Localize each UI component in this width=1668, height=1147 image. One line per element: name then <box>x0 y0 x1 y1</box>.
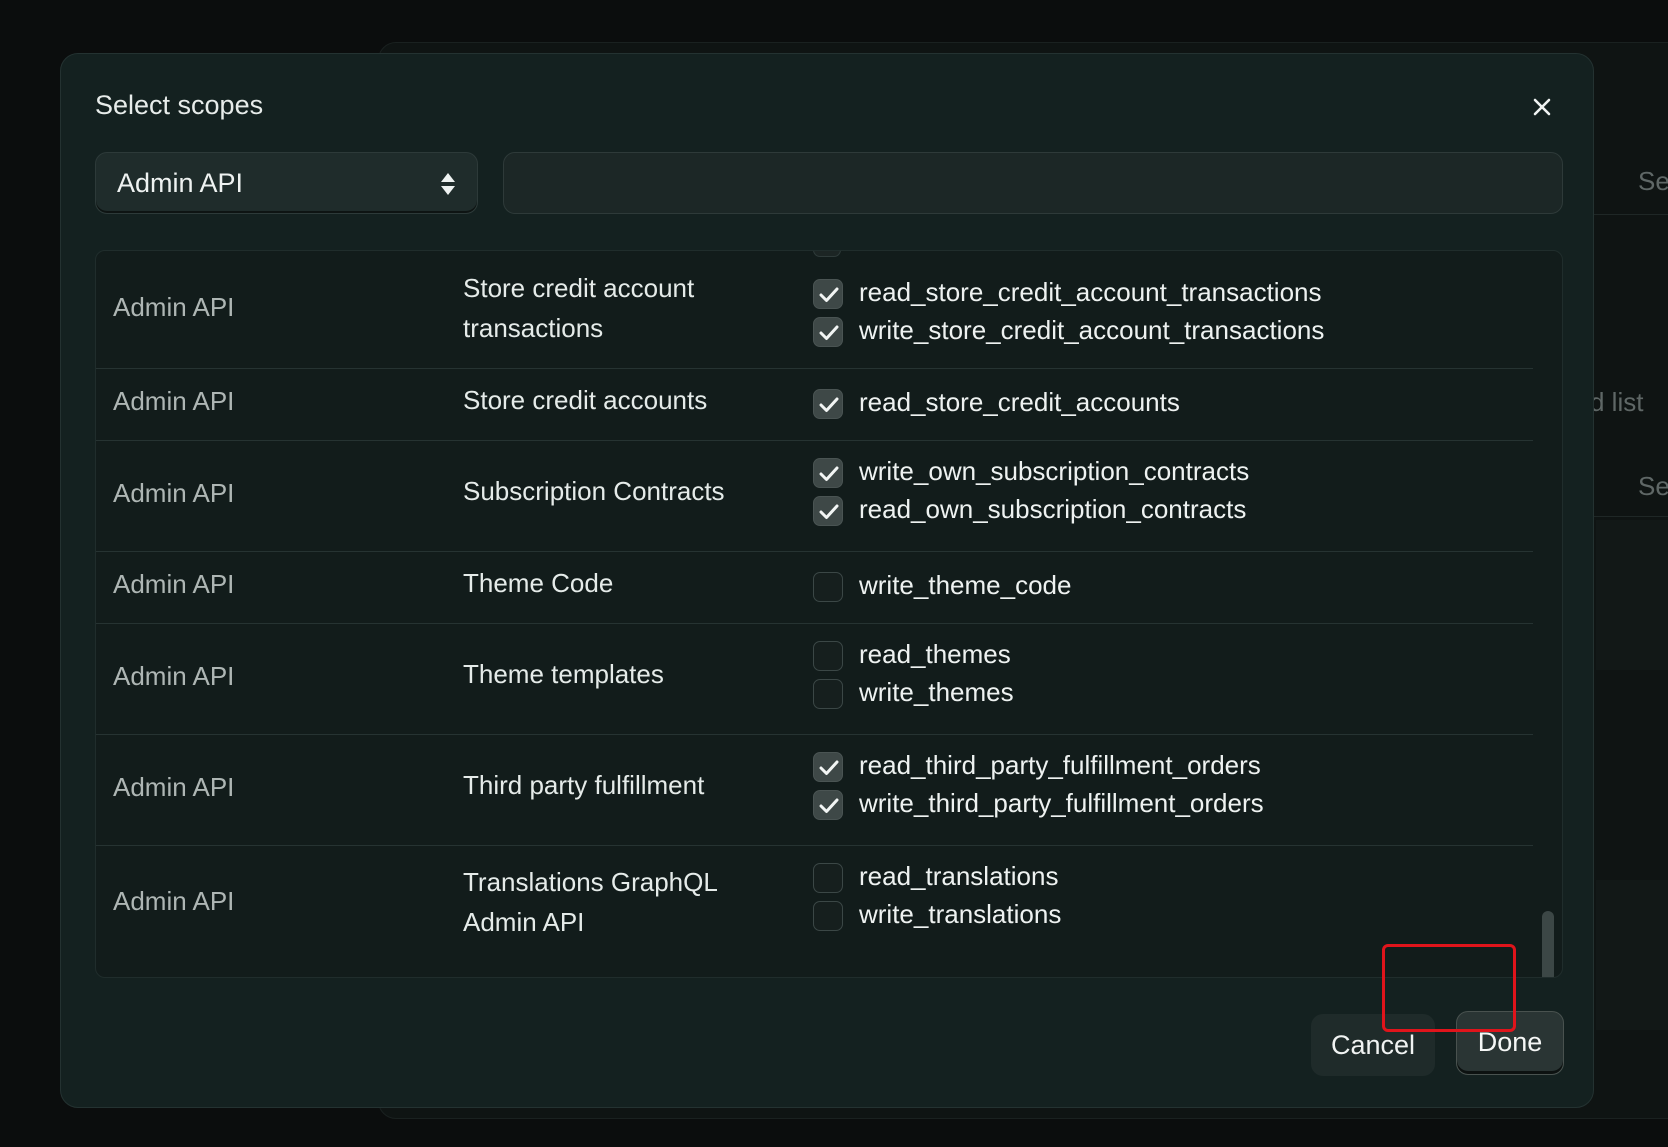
background-block <box>1596 880 1668 1030</box>
row-api-label: Admin API <box>113 569 235 599</box>
row-api-label: Admin API <box>113 886 235 916</box>
row-api-label: Admin API <box>113 386 235 416</box>
close-icon <box>1533 98 1551 116</box>
modal-title: Select scopes <box>95 90 264 120</box>
checkmark-icon <box>819 504 839 519</box>
scope-label: read_store_credit_account_transactions <box>859 277 1322 307</box>
scope-label: write_own_subscription_contracts <box>859 456 1250 486</box>
scope-label: write_theme_code <box>859 570 1072 600</box>
row-resource-label: Store credit account transactions <box>463 273 695 343</box>
done-button[interactable]: Done <box>1456 1011 1564 1075</box>
sort-icon <box>441 173 455 195</box>
scope-label: write_third_party_fulfillment_orders <box>859 788 1264 818</box>
checkmark-icon <box>819 397 839 412</box>
table-row: Admin API Store credit account transactio… <box>96 251 1533 369</box>
scope-checkbox[interactable] <box>813 679 843 709</box>
scope-label: write_themes <box>859 677 1014 707</box>
row-resource-label: Third party fulfillment <box>463 770 705 800</box>
scope-checkbox[interactable] <box>813 496 843 526</box>
background-text: d list <box>1590 387 1644 417</box>
select-scopes-modal: Select scopes Admin API Admin API Store c… <box>60 53 1594 1108</box>
cancel-button[interactable]: Cancel <box>1311 1014 1435 1076</box>
checkmark-icon <box>819 287 839 302</box>
scope-checkbox[interactable] <box>813 863 843 893</box>
scope-label: read_third_party_fulfillment_orders <box>859 750 1261 780</box>
row-resource-label: Subscription Contracts <box>463 476 725 506</box>
row-resource-label: Translations GraphQL Admin API <box>463 867 717 937</box>
checkmark-icon <box>819 466 839 481</box>
checkmark-icon <box>819 760 839 775</box>
scope-checkbox[interactable] <box>813 641 843 671</box>
background-text: Se <box>1638 166 1668 196</box>
table-row: Admin API Subscription Contracts write_own… <box>96 440 1533 552</box>
background-divider <box>1590 516 1668 517</box>
row-api-label: Admin API <box>113 772 235 802</box>
table-row: Admin API Theme Code write_theme_code <box>96 551 1533 624</box>
checkmark-icon <box>819 798 839 813</box>
api-type-select[interactable]: Admin API <box>95 152 478 214</box>
scopes-table: Admin API Store credit account transactio… <box>95 250 1563 978</box>
scope-checkbox[interactable] <box>813 572 843 602</box>
row-api-label: Admin API <box>113 292 235 322</box>
checkmark-icon <box>819 325 839 340</box>
background-text: Se <box>1638 471 1668 501</box>
search-input[interactable] <box>503 152 1563 214</box>
scope-label: read_store_credit_accounts <box>859 387 1180 417</box>
scope-checkbox[interactable] <box>813 279 843 309</box>
scrollbar-thumb[interactable] <box>1542 911 1554 977</box>
scope-label: write_store_credit_account_transactions <box>859 315 1325 345</box>
api-type-select-value: Admin API <box>117 168 244 198</box>
row-api-label: Admin API <box>113 478 235 508</box>
table-row: Admin API Translations GraphQL Admin API r… <box>96 845 1533 977</box>
table-row: Admin API Third party fulfillment read_thi… <box>96 734 1533 846</box>
close-button[interactable] <box>1527 92 1557 122</box>
table-row: Admin API Theme templates read_themeswrite… <box>96 623 1533 735</box>
scope-checkbox[interactable] <box>813 901 843 931</box>
scope-checkbox[interactable] <box>813 458 843 488</box>
row-resource-label: Theme Code <box>463 568 614 598</box>
scope-label: read_themes <box>859 639 1011 669</box>
scope-checkbox[interactable] <box>813 752 843 782</box>
scope-label: read_translations <box>859 861 1059 891</box>
scope-checkbox[interactable] <box>813 790 843 820</box>
background-block <box>1596 520 1668 670</box>
scope-label: read_own_subscription_contracts <box>859 494 1247 524</box>
background-divider <box>1590 214 1668 215</box>
scope-checkbox[interactable] <box>813 317 843 347</box>
row-resource-label: Store credit accounts <box>463 385 708 415</box>
table-row: Admin API Store credit accounts read_store… <box>96 368 1533 441</box>
scope-checkbox[interactable] <box>813 389 843 419</box>
scope-label: write_translations <box>859 899 1062 929</box>
row-resource-label: Theme templates <box>463 659 664 689</box>
row-api-label: Admin API <box>113 661 235 691</box>
